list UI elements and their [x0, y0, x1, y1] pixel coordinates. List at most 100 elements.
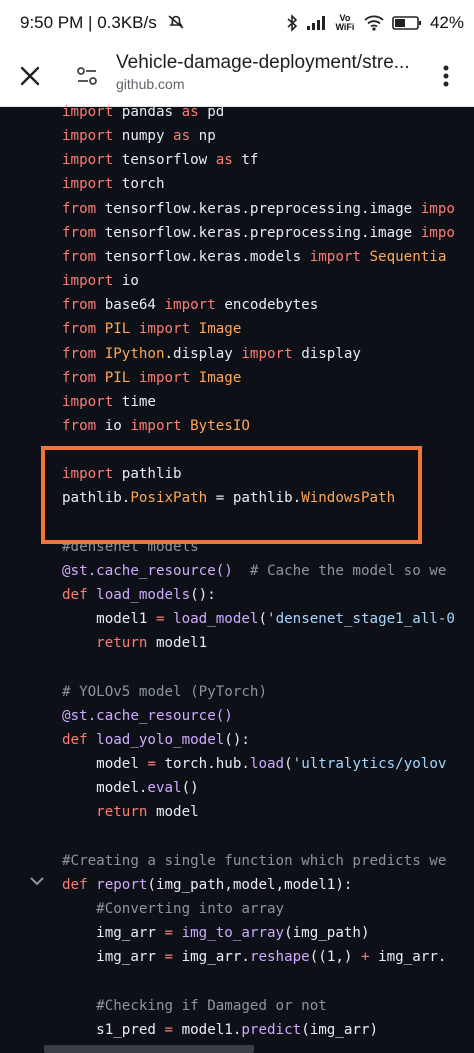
code-token: tensorflow.keras.preprocessing.image — [104, 224, 421, 241]
code-line: model1 = load_model('densenet_stage1_all… — [62, 607, 455, 631]
code-token: time — [121, 393, 156, 410]
code-token: 'ultralytics/yolov — [292, 756, 447, 773]
code-token: model1 — [155, 635, 208, 652]
code-token: tensorflow.keras.models — [104, 248, 310, 265]
code-token: impo — [420, 224, 455, 241]
code-line: import numpy as np — [62, 124, 216, 148]
code-token: display — [301, 345, 361, 362]
code-token: import — [164, 297, 225, 314]
code-token: #Converting into array — [96, 900, 285, 917]
code-token: (): — [190, 587, 216, 603]
code-token: from — [62, 417, 105, 434]
code-token: io — [121, 273, 139, 290]
code-token: Image — [198, 321, 242, 338]
clock: 9:50 PM — [20, 13, 84, 32]
code-token: import — [62, 128, 122, 145]
tune-icon — [77, 67, 97, 85]
code-token: ( — [284, 756, 293, 773]
code-line: s1_pred = model1.predict(img_arr) — [62, 1018, 378, 1042]
code-token: (): — [224, 731, 250, 748]
code-token: (img_arr) — [301, 1021, 379, 1038]
code-token: as — [181, 104, 208, 120]
code-token: import — [62, 104, 122, 120]
code-token: ((1,) — [309, 949, 361, 966]
code-token: Image — [198, 369, 242, 386]
code-line: from tensorflow.keras.preprocessing.imag… — [62, 197, 455, 221]
code-token: eval — [147, 780, 182, 797]
close-button[interactable] — [16, 62, 44, 90]
highlight-box — [41, 446, 422, 544]
code-line: # YOLOv5 model (PyTorch) — [62, 680, 267, 704]
code-token: np — [198, 128, 216, 145]
code-token: from — [62, 345, 105, 362]
code-token: def — [62, 731, 97, 748]
code-line: import pandas as pd — [62, 100, 224, 124]
code-token: reshape — [249, 949, 310, 966]
code-token: import — [138, 369, 199, 386]
code-token: as — [173, 128, 199, 145]
code-token: return — [96, 804, 156, 821]
code-token: return — [96, 635, 156, 652]
chevron-down-icon[interactable] — [28, 872, 46, 890]
bluetooth-icon — [287, 14, 298, 32]
code-token: from — [62, 369, 105, 386]
more-options-button[interactable] — [434, 60, 458, 92]
code-line: from PIL import Image — [62, 317, 241, 341]
code-view: import pandas as pd import numpy as np imp… — [0, 100, 474, 1053]
code-token: img_arr — [62, 949, 165, 966]
more-vert-icon — [443, 65, 449, 87]
browser-toolbar: Vehicle-damage-deployment/stre... github… — [0, 46, 474, 107]
code-line: from base64 import encodebytes — [62, 293, 318, 317]
code-token: import — [62, 393, 122, 410]
code-token: numpy — [121, 128, 174, 145]
code-token: img_arr. — [181, 949, 250, 966]
code-token: #Creating a single function which predic… — [62, 852, 447, 869]
code-token: 'densenet_stage1_all-0 — [267, 611, 455, 628]
code-token: IPython — [104, 345, 165, 362]
code-line: @st.cache_resource() # Cache the model s… — [62, 559, 446, 583]
code-token: from — [62, 200, 105, 217]
network-speed: 0.3KB/s — [97, 13, 157, 32]
code-line: def report(img_path,model,model1): — [62, 873, 352, 897]
battery-icon — [392, 16, 421, 30]
code-token: (img_path,model,model1): — [147, 876, 353, 893]
code-token: # Cache the model so we — [232, 562, 447, 579]
code-token: model1. — [181, 1021, 242, 1038]
code-line: def load_yolo_model(): — [62, 728, 250, 752]
code-token: report — [96, 876, 148, 893]
code-token: import — [309, 248, 370, 265]
code-token: img_arr. — [378, 949, 447, 966]
code-token: load_yolo_model — [96, 731, 225, 748]
code-token: (img_path) — [284, 925, 370, 942]
code-token: tensorflow.keras.preprocessing.image — [104, 200, 421, 217]
code-token: predict — [241, 1021, 302, 1038]
code-token: = — [147, 756, 165, 773]
title-area: Vehicle-damage-deployment/stre... github… — [116, 52, 416, 92]
battery-level: 42% — [429, 13, 464, 32]
code-token: img_arr — [62, 925, 165, 942]
code-token: ( — [258, 611, 268, 628]
site-settings-button[interactable] — [74, 63, 100, 89]
horizontal-scrollbar[interactable] — [44, 1045, 254, 1053]
code-token: = — [155, 611, 174, 628]
code-line: import io — [62, 269, 139, 293]
code-token: impo — [420, 200, 455, 217]
code-token: as — [215, 152, 242, 169]
code-line: @st.cache_resource() — [62, 704, 233, 728]
code-token: () — [181, 780, 199, 797]
code-token: #Checking if Damaged or not — [96, 997, 327, 1014]
code-line: #Creating a single function which predic… — [62, 849, 446, 873]
code-token: tf — [241, 152, 259, 169]
code-token: = — [164, 949, 182, 966]
page-url: github.com — [116, 76, 185, 92]
code-line: model = torch.hub.load('ultralytics/yolo… — [62, 752, 446, 776]
code-token: import — [241, 345, 302, 362]
code-token: from — [62, 297, 105, 314]
code-token: load_model — [173, 611, 259, 628]
code-token: def — [62, 876, 97, 893]
code-line: img_arr = img_to_array(img_path) — [62, 921, 370, 945]
code-line: #Checking if Damaged or not — [62, 994, 327, 1018]
code-token: tensorflow — [121, 152, 216, 169]
